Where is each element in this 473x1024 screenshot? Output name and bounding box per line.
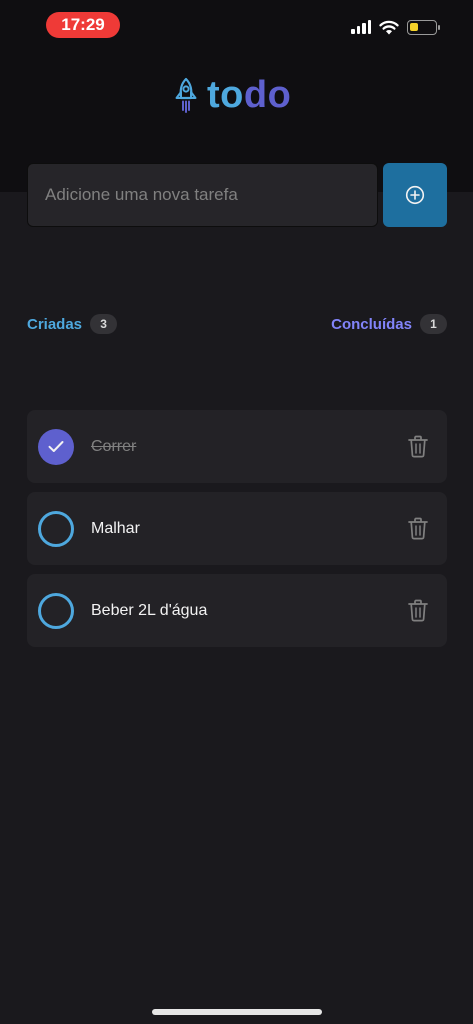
task-checkbox-circle-icon[interactable] [38, 510, 74, 547]
task-item: Malhar [27, 492, 447, 565]
delete-task-button[interactable] [407, 435, 429, 459]
app-screen: 17:29 todo Adicione uma nova tarefa Cria… [0, 0, 473, 1024]
delete-task-button[interactable] [407, 517, 429, 541]
task-list: Correr Malhar Beber 2L d'água [27, 410, 447, 647]
cellular-signal-icon [351, 20, 371, 34]
created-label: Criadas [27, 315, 83, 333]
task-text: Malhar [91, 519, 140, 537]
task-checkbox[interactable] [38, 428, 74, 465]
trash-icon [408, 435, 428, 458]
done-count-badge: 1 [420, 314, 447, 334]
logo-text-part1: to [207, 74, 244, 116]
battery-level [410, 22, 418, 31]
logo-text-part2: do [243, 74, 292, 116]
task-item: Beber 2L d'água [27, 574, 447, 647]
logo-text: todo [207, 76, 291, 114]
wifi-icon [379, 20, 399, 34]
task-text: Beber 2L d'água [91, 601, 208, 619]
new-task-input[interactable] [27, 163, 378, 227]
plus-circle-icon [405, 185, 425, 205]
task-item: Correr [27, 410, 447, 483]
task-counters: Criadas 3 Concluídas 1 [27, 314, 447, 334]
check-icon [48, 441, 64, 452]
app-logo: todo [173, 76, 291, 114]
delete-task-button[interactable] [407, 599, 429, 623]
status-time: 17:29 [46, 12, 120, 38]
status-icons [351, 18, 440, 36]
created-counter: Criadas 3 [27, 314, 118, 334]
new-task-form [27, 163, 447, 227]
trash-icon [408, 517, 428, 540]
battery-icon [407, 19, 440, 35]
trash-icon [408, 599, 428, 622]
task-text: Correr [91, 437, 137, 455]
task-checkbox-circle-icon[interactable] [38, 592, 74, 629]
created-count-badge: 3 [90, 314, 118, 334]
rocket-icon [175, 77, 197, 113]
home-indicator [152, 1009, 322, 1015]
done-counter: Concluídas 1 [331, 314, 447, 334]
add-task-button[interactable] [383, 163, 447, 227]
done-label: Concluídas [331, 315, 412, 333]
